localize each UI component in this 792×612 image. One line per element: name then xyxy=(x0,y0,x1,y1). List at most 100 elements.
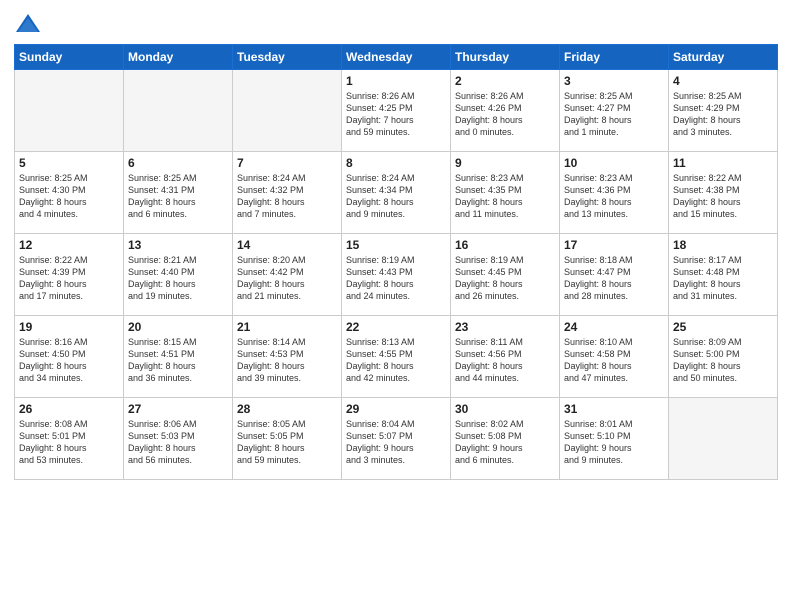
day-number: 22 xyxy=(346,320,446,334)
day-number: 6 xyxy=(128,156,228,170)
day-number: 19 xyxy=(19,320,119,334)
day-info: Sunrise: 8:19 AM Sunset: 4:43 PM Dayligh… xyxy=(346,254,446,303)
day-cell: 28 Sunrise: 8:05 AM Sunset: 5:05 PM Dayli… xyxy=(233,398,342,480)
day-info: Sunrise: 8:13 AM Sunset: 4:55 PM Dayligh… xyxy=(346,336,446,385)
day-info: Sunrise: 8:19 AM Sunset: 4:45 PM Dayligh… xyxy=(455,254,555,303)
day-number: 18 xyxy=(673,238,773,252)
day-cell: 16 Sunrise: 8:19 AM Sunset: 4:45 PM Dayli… xyxy=(451,234,560,316)
day-cell: 1 Sunrise: 8:26 AM Sunset: 4:25 PM Daylig… xyxy=(342,70,451,152)
calendar: SundayMondayTuesdayWednesdayThursdayFrid… xyxy=(14,44,778,480)
day-number: 2 xyxy=(455,74,555,88)
day-cell: 5 Sunrise: 8:25 AM Sunset: 4:30 PM Daylig… xyxy=(15,152,124,234)
day-cell: 22 Sunrise: 8:13 AM Sunset: 4:55 PM Dayli… xyxy=(342,316,451,398)
day-cell: 14 Sunrise: 8:20 AM Sunset: 4:42 PM Dayli… xyxy=(233,234,342,316)
day-number: 21 xyxy=(237,320,337,334)
day-cell: 8Sunrise: 8:24 AM Sunset: 4:34 PM Daylig… xyxy=(342,152,451,234)
day-cell: 18 Sunrise: 8:17 AM Sunset: 4:48 PM Dayli… xyxy=(669,234,778,316)
day-info: Sunrise: 8:01 AM Sunset: 5:10 PM Dayligh… xyxy=(564,418,664,467)
day-number: 3 xyxy=(564,74,664,88)
day-cell: 23 Sunrise: 8:11 AM Sunset: 4:56 PM Dayli… xyxy=(451,316,560,398)
page: SundayMondayTuesdayWednesdayThursdayFrid… xyxy=(0,0,792,612)
day-cell: 27Sunrise: 8:06 AM Sunset: 5:03 PM Dayli… xyxy=(124,398,233,480)
day-cell: 24Sunrise: 8:10 AM Sunset: 4:58 PM Dayli… xyxy=(560,316,669,398)
day-info: Sunrise: 8:04 AM Sunset: 5:07 PM Dayligh… xyxy=(346,418,446,467)
day-info: Sunrise: 8:24 AM Sunset: 4:32 PM Dayligh… xyxy=(237,172,337,221)
day-info: Sunrise: 8:02 AM Sunset: 5:08 PM Dayligh… xyxy=(455,418,555,467)
day-cell xyxy=(124,70,233,152)
day-cell: 6 Sunrise: 8:25 AM Sunset: 4:31 PM Daylig… xyxy=(124,152,233,234)
day-number: 11 xyxy=(673,156,773,170)
day-number: 26 xyxy=(19,402,119,416)
logo xyxy=(14,10,44,38)
day-cell xyxy=(233,70,342,152)
day-number: 17 xyxy=(564,238,664,252)
week-row-3: 12 Sunrise: 8:22 AM Sunset: 4:39 PM Dayli… xyxy=(15,234,778,316)
day-number: 16 xyxy=(455,238,555,252)
day-info: Sunrise: 8:17 AM Sunset: 4:48 PM Dayligh… xyxy=(673,254,773,303)
day-info: Sunrise: 8:05 AM Sunset: 5:05 PM Dayligh… xyxy=(237,418,337,467)
day-number: 7 xyxy=(237,156,337,170)
day-number: 14 xyxy=(237,238,337,252)
day-number: 28 xyxy=(237,402,337,416)
day-number: 4 xyxy=(673,74,773,88)
logo-icon xyxy=(14,10,42,38)
day-info: Sunrise: 8:25 AM Sunset: 4:29 PM Dayligh… xyxy=(673,90,773,139)
day-number: 9 xyxy=(455,156,555,170)
day-number: 24 xyxy=(564,320,664,334)
day-cell: 15 Sunrise: 8:19 AM Sunset: 4:43 PM Dayli… xyxy=(342,234,451,316)
day-number: 15 xyxy=(346,238,446,252)
day-info: Sunrise: 8:23 AM Sunset: 4:35 PM Dayligh… xyxy=(455,172,555,221)
day-cell: 25Sunrise: 8:09 AM Sunset: 5:00 PM Dayli… xyxy=(669,316,778,398)
weekday-thursday: Thursday xyxy=(451,45,560,70)
day-info: Sunrise: 8:25 AM Sunset: 4:27 PM Dayligh… xyxy=(564,90,664,139)
day-cell: 29 Sunrise: 8:04 AM Sunset: 5:07 PM Dayli… xyxy=(342,398,451,480)
day-info: Sunrise: 8:09 AM Sunset: 5:00 PM Dayligh… xyxy=(673,336,773,385)
day-number: 12 xyxy=(19,238,119,252)
day-cell: 17 Sunrise: 8:18 AM Sunset: 4:47 PM Dayli… xyxy=(560,234,669,316)
day-info: Sunrise: 8:20 AM Sunset: 4:42 PM Dayligh… xyxy=(237,254,337,303)
day-number: 5 xyxy=(19,156,119,170)
day-cell: 21 Sunrise: 8:14 AM Sunset: 4:53 PM Dayli… xyxy=(233,316,342,398)
day-cell: 26 Sunrise: 8:08 AM Sunset: 5:01 PM Dayli… xyxy=(15,398,124,480)
day-info: Sunrise: 8:18 AM Sunset: 4:47 PM Dayligh… xyxy=(564,254,664,303)
day-info: Sunrise: 8:26 AM Sunset: 4:26 PM Dayligh… xyxy=(455,90,555,139)
day-cell: 3 Sunrise: 8:25 AM Sunset: 4:27 PM Daylig… xyxy=(560,70,669,152)
day-info: Sunrise: 8:16 AM Sunset: 4:50 PM Dayligh… xyxy=(19,336,119,385)
day-cell: 20Sunrise: 8:15 AM Sunset: 4:51 PM Dayli… xyxy=(124,316,233,398)
weekday-header-row: SundayMondayTuesdayWednesdayThursdayFrid… xyxy=(15,45,778,70)
day-info: Sunrise: 8:25 AM Sunset: 4:30 PM Dayligh… xyxy=(19,172,119,221)
day-cell: 12 Sunrise: 8:22 AM Sunset: 4:39 PM Dayli… xyxy=(15,234,124,316)
day-cell: 2 Sunrise: 8:26 AM Sunset: 4:26 PM Daylig… xyxy=(451,70,560,152)
header xyxy=(14,10,778,38)
weekday-wednesday: Wednesday xyxy=(342,45,451,70)
day-info: Sunrise: 8:08 AM Sunset: 5:01 PM Dayligh… xyxy=(19,418,119,467)
day-cell: 30 Sunrise: 8:02 AM Sunset: 5:08 PM Dayli… xyxy=(451,398,560,480)
day-cell: 10 Sunrise: 8:23 AM Sunset: 4:36 PM Dayli… xyxy=(560,152,669,234)
day-number: 30 xyxy=(455,402,555,416)
day-number: 13 xyxy=(128,238,228,252)
day-number: 23 xyxy=(455,320,555,334)
weekday-monday: Monday xyxy=(124,45,233,70)
day-info: Sunrise: 8:06 AM Sunset: 5:03 PM Dayligh… xyxy=(128,418,228,467)
day-number: 29 xyxy=(346,402,446,416)
day-info: Sunrise: 8:25 AM Sunset: 4:31 PM Dayligh… xyxy=(128,172,228,221)
weekday-tuesday: Tuesday xyxy=(233,45,342,70)
day-number: 1 xyxy=(346,74,446,88)
day-info: Sunrise: 8:23 AM Sunset: 4:36 PM Dayligh… xyxy=(564,172,664,221)
day-cell: 19 Sunrise: 8:16 AM Sunset: 4:50 PM Dayli… xyxy=(15,316,124,398)
day-info: Sunrise: 8:11 AM Sunset: 4:56 PM Dayligh… xyxy=(455,336,555,385)
week-row-2: 5 Sunrise: 8:25 AM Sunset: 4:30 PM Daylig… xyxy=(15,152,778,234)
day-number: 10 xyxy=(564,156,664,170)
day-cell: 7 Sunrise: 8:24 AM Sunset: 4:32 PM Daylig… xyxy=(233,152,342,234)
weekday-saturday: Saturday xyxy=(669,45,778,70)
day-info: Sunrise: 8:22 AM Sunset: 4:39 PM Dayligh… xyxy=(19,254,119,303)
day-cell: 4 Sunrise: 8:25 AM Sunset: 4:29 PM Daylig… xyxy=(669,70,778,152)
day-info: Sunrise: 8:14 AM Sunset: 4:53 PM Dayligh… xyxy=(237,336,337,385)
day-cell xyxy=(15,70,124,152)
day-number: 8 xyxy=(346,156,446,170)
weekday-sunday: Sunday xyxy=(15,45,124,70)
day-info: Sunrise: 8:26 AM Sunset: 4:25 PM Dayligh… xyxy=(346,90,446,139)
day-cell: 13 Sunrise: 8:21 AM Sunset: 4:40 PM Dayli… xyxy=(124,234,233,316)
day-cell: 11Sunrise: 8:22 AM Sunset: 4:38 PM Dayli… xyxy=(669,152,778,234)
day-info: Sunrise: 8:21 AM Sunset: 4:40 PM Dayligh… xyxy=(128,254,228,303)
